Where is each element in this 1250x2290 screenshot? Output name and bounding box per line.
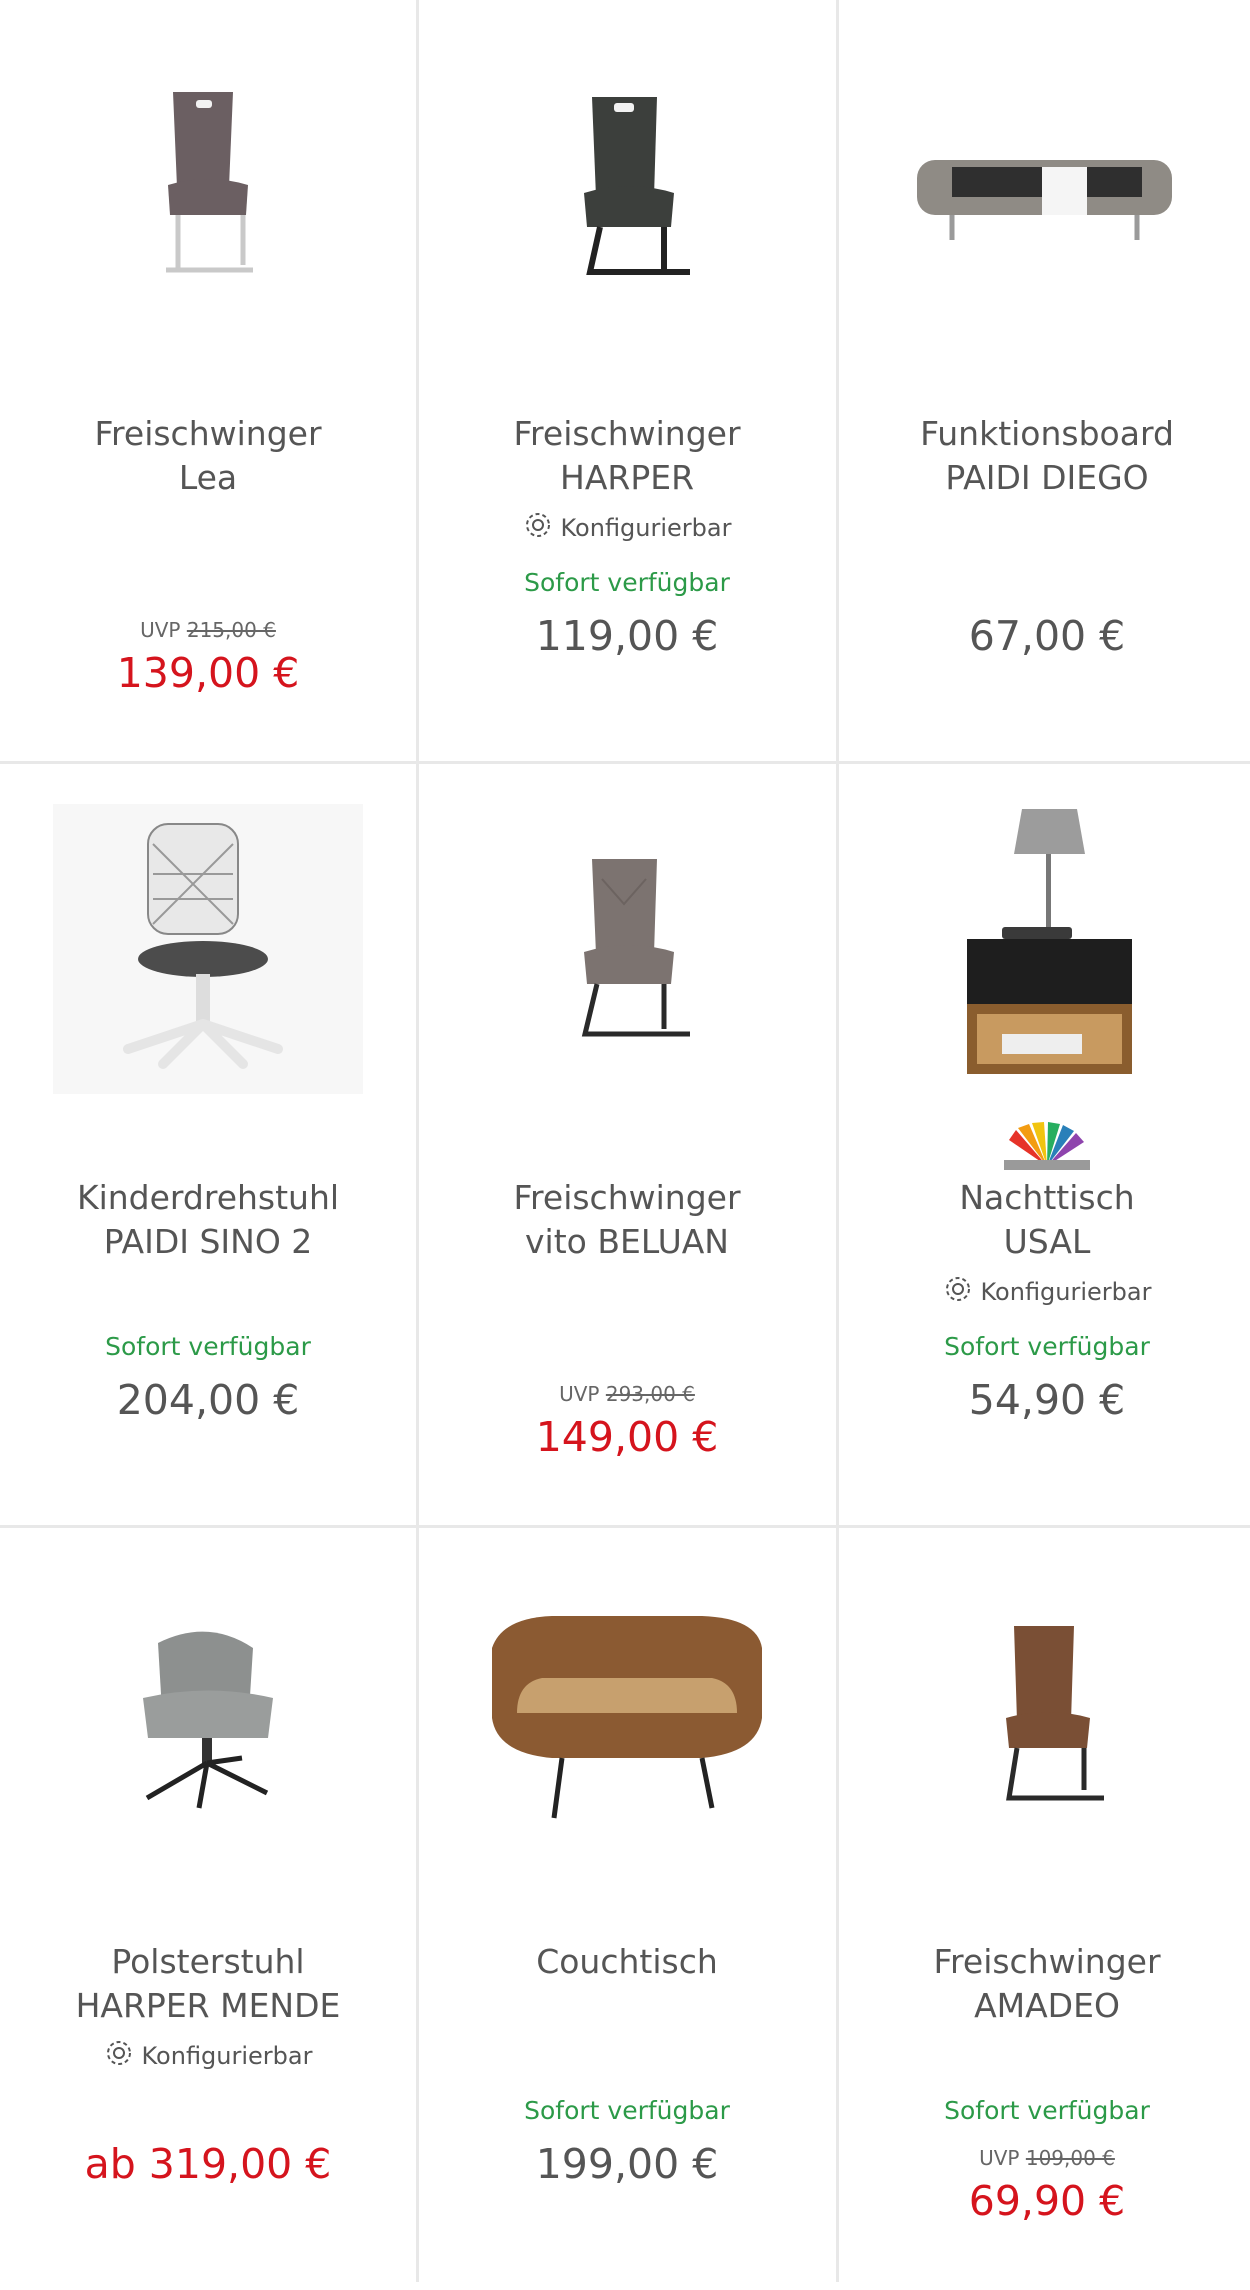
color-fan-icon (839, 1122, 1250, 1170)
product-price: 149,00 € (535, 1413, 719, 1461)
product-title-line1: Freischwinger (933, 1942, 1161, 1981)
product-card[interactable]: Funktionsboard PAIDI DIEGO 67,00 € (839, 0, 1250, 762)
product-image[interactable] (419, 1568, 835, 1868)
product-title-line2: PAIDI DIEGO (945, 458, 1149, 497)
uvp-value: 215,00 € (186, 618, 276, 642)
uvp-label: UVP (979, 2146, 1020, 2170)
product-title[interactable]: Freischwinger HARPER (429, 412, 825, 500)
availability-status: Sofort verfügbar (524, 568, 730, 597)
product-title-line2: AMADEO (974, 1986, 1120, 2025)
product-card[interactable]: Freischwinger Lea UVP 215,00 € 139,00 € (0, 0, 416, 762)
product-price: 204,00 € (116, 1376, 300, 1424)
product-card[interactable]: Couchtisch Sofort verfügbar 199,00 € (419, 1528, 835, 2290)
product-price: 67,00 € (968, 612, 1126, 660)
product-title-line2: HARPER (560, 458, 694, 497)
product-price: 199,00 € (535, 2140, 719, 2188)
product-price: 119,00 € (535, 612, 719, 660)
product-title[interactable]: Freischwinger AMADEO (849, 1940, 1245, 2028)
product-card[interactable]: Freischwinger AMADEO Sofort verfügbar UV… (839, 1528, 1250, 2290)
product-grid: Freischwinger Lea UVP 215,00 € 139,00 € … (0, 0, 1250, 2282)
product-card[interactable]: Nachttisch USAL Konfigurierbar Sofort ve… (839, 764, 1250, 1526)
product-title-line2: vito BELUAN (525, 1222, 729, 1261)
product-price: 69,90 € (968, 2177, 1126, 2225)
product-title-line1: Couchtisch (536, 1942, 718, 1981)
product-title[interactable]: Freischwinger Lea (10, 412, 406, 500)
uvp-value: 109,00 € (1025, 2146, 1115, 2170)
product-title-line1: Freischwinger (513, 1178, 741, 1217)
product-title-line1: Kinderdrehstuhl (76, 1178, 340, 1217)
product-image[interactable] (0, 1568, 416, 1868)
uvp-value: 293,00 € (605, 1382, 695, 1406)
product-title-line1: Polsterstuhl (111, 1942, 305, 1981)
product-image[interactable] (839, 794, 1250, 1094)
configurable-label: Konfigurierbar (560, 514, 732, 542)
product-title-line2: HARPER MENDE (75, 1986, 341, 2025)
uvp-price: UVP 109,00 € (839, 2146, 1250, 2170)
configurable-label: Konfigurierbar (141, 2042, 313, 2070)
product-title-line1: Funktionsboard (920, 414, 1174, 453)
product-card[interactable]: Kinderdrehstuhl PAIDI SINO 2 Sofort verf… (0, 764, 416, 1526)
configurable-badge: Konfigurierbar (839, 1274, 1250, 1310)
availability-status: Sofort verfügbar (944, 1332, 1150, 1361)
product-card[interactable]: Freischwinger vito BELUAN UVP 293,00 € 1… (419, 764, 835, 1526)
product-title-line1: Freischwinger (513, 414, 741, 453)
product-title[interactable]: Kinderdrehstuhl PAIDI SINO 2 (10, 1176, 406, 1264)
product-title-line2: Lea (178, 458, 238, 497)
gear-icon (523, 510, 553, 546)
configurable-badge: Konfigurierbar (0, 2038, 416, 2074)
product-title[interactable]: Nachttisch USAL (849, 1176, 1245, 1264)
configurable-badge: Konfigurierbar (419, 510, 835, 546)
product-image[interactable] (419, 40, 835, 340)
product-image[interactable] (0, 804, 416, 1094)
product-title[interactable]: Couchtisch (429, 1940, 825, 1984)
product-price: 139,00 € (116, 649, 300, 697)
product-image[interactable] (0, 40, 416, 340)
uvp-price: UVP 293,00 € (419, 1382, 835, 1406)
gear-icon (943, 1274, 973, 1310)
product-title-line2: USAL (1003, 1222, 1091, 1261)
product-image[interactable] (839, 1568, 1250, 1868)
configurable-label: Konfigurierbar (980, 1278, 1152, 1306)
availability-status: Sofort verfügbar (944, 2096, 1150, 2125)
product-card[interactable]: Freischwinger HARPER Konfigurierbar Sofo… (419, 0, 835, 762)
uvp-price: UVP 215,00 € (0, 618, 416, 642)
product-title-line1: Nachttisch (959, 1178, 1135, 1217)
product-price: ab 319,00 € (84, 2140, 332, 2188)
uvp-label: UVP (559, 1382, 600, 1406)
product-title[interactable]: Polsterstuhl HARPER MENDE (10, 1940, 406, 2028)
uvp-label: UVP (140, 618, 181, 642)
product-image[interactable] (419, 804, 835, 1104)
product-price: 54,90 € (968, 1376, 1126, 1424)
availability-status: Sofort verfügbar (105, 1332, 311, 1361)
product-image[interactable] (839, 40, 1250, 340)
product-title[interactable]: Funktionsboard PAIDI DIEGO (849, 412, 1245, 500)
product-title-line2: PAIDI SINO 2 (103, 1222, 313, 1261)
product-card[interactable]: Polsterstuhl HARPER MENDE Konfigurierbar… (0, 1528, 416, 2290)
gear-icon (104, 2038, 134, 2074)
product-title-line1: Freischwinger (94, 414, 322, 453)
availability-status: Sofort verfügbar (524, 2096, 730, 2125)
product-title[interactable]: Freischwinger vito BELUAN (429, 1176, 825, 1264)
